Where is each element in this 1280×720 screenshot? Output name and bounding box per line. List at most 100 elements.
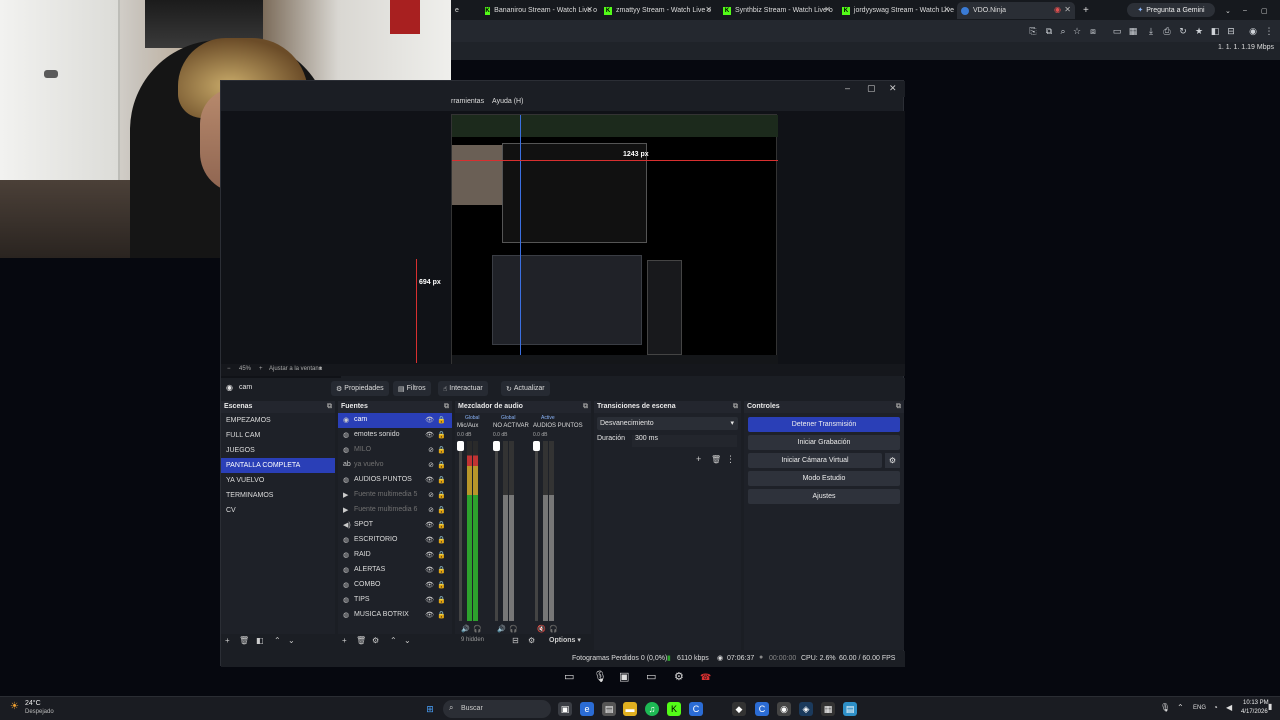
channel-name[interactable]: AUDIOS PUNTOS: [533, 423, 583, 429]
channel-name[interactable]: NO ACTIVAR: [493, 423, 529, 429]
scene-filter-icon[interactable]: ◧: [256, 636, 264, 645]
clock-date[interactable]: 4/17/2026: [1241, 709, 1268, 715]
speaker-icon[interactable]: 🔊: [497, 625, 506, 633]
lock-icon[interactable]: 🔒: [437, 596, 446, 604]
headphone-icon[interactable]: 🎧: [509, 625, 518, 633]
bookmark-star-icon[interactable]: ☆: [1071, 25, 1083, 37]
gear-icon[interactable]: ⚙: [674, 670, 684, 683]
source-item[interactable]: ◍ COMBO 👁 🔒: [338, 578, 452, 593]
gear-icon[interactable]: ⚙: [372, 636, 379, 645]
start-recording-button[interactable]: Iniciar Grabación: [748, 435, 900, 450]
source-item[interactable]: ◍ ALERTAS 👁 🔒: [338, 563, 452, 578]
add-icon[interactable]: +: [342, 636, 347, 645]
scene-item[interactable]: YA VUELVO: [221, 473, 335, 488]
lock-icon[interactable]: 🔒: [437, 581, 446, 589]
eye-icon[interactable]: 👁: [425, 521, 434, 529]
scene-item[interactable]: TERMINAMOS: [221, 488, 335, 503]
gear-icon[interactable]: ⚙: [528, 636, 535, 645]
screen-share-icon[interactable]: ▭: [646, 670, 656, 683]
tab-bananirou[interactable]: K Bananirou Stream - Watch Live o ✕: [481, 2, 597, 19]
scene-item[interactable]: EMPEZAMOS: [221, 413, 335, 428]
source-item[interactable]: ◍ AUDIOS PUNTOS 👁 🔒: [338, 473, 452, 488]
dock-float-icon[interactable]: ⧉: [733, 403, 738, 411]
scene-item[interactable]: CV: [221, 503, 335, 518]
tab-zmattyy[interactable]: Kzmattyy Stream - Watch Live o ✕: [600, 2, 716, 19]
tab-partial[interactable]: e: [451, 2, 465, 19]
eye-hidden-icon[interactable]: ⊘: [428, 446, 434, 454]
headphone-icon[interactable]: 🎧: [473, 625, 482, 633]
notepad-icon[interactable]: ▤: [843, 702, 857, 716]
volume-fader[interactable]: [493, 441, 500, 621]
refresh-button[interactable]: ↻ Actualizar: [501, 381, 550, 396]
fader-handle[interactable]: [533, 441, 540, 451]
zoom-in-button[interactable]: +: [259, 366, 263, 372]
tab-groups-icon[interactable]: ▦: [1127, 25, 1139, 37]
gemini-button[interactable]: ✦ Pregunta a Gemini: [1127, 3, 1215, 17]
weather-temp[interactable]: 24°C: [25, 700, 41, 707]
duration-field[interactable]: 300 ms: [632, 435, 737, 447]
windows-start-icon[interactable]: ⊞: [423, 702, 437, 716]
microphone-icon[interactable]: 🎙: [593, 670, 607, 683]
taskbar-search[interactable]: ⌕ Buscar: [443, 700, 551, 718]
eye-icon[interactable]: 👁: [425, 566, 434, 574]
side-panel-icon[interactable]: ◧: [1209, 25, 1221, 37]
lock-icon[interactable]: 🔒: [437, 431, 446, 439]
cast-icon[interactable]: ⧉: [1043, 25, 1055, 37]
interact-button[interactable]: ☝ Interactuar: [438, 381, 488, 396]
move-up-icon[interactable]: ⌃: [274, 636, 281, 645]
tab-vdo-ninja[interactable]: VDO.Ninja ◉ ✕: [957, 2, 1075, 19]
eye-icon[interactable]: 👁: [425, 416, 434, 424]
trash-icon[interactable]: 🗑: [239, 636, 249, 645]
speaker-icon[interactable]: 🔊: [461, 625, 470, 633]
close-icon[interactable]: ✕: [586, 5, 593, 14]
history-icon[interactable]: ↻: [1177, 25, 1189, 37]
source-item[interactable]: ab ya vuelvo ⊘ 🔒: [338, 458, 452, 473]
lock-icon[interactable]: 🔒: [437, 506, 446, 514]
virtual-camera-button[interactable]: Iniciar Cámara Virtual: [748, 453, 882, 468]
close-icon[interactable]: ✕: [705, 5, 712, 14]
app2-icon[interactable]: ▦: [821, 702, 835, 716]
trash-icon[interactable]: 🗑: [711, 455, 721, 464]
extensions-icon[interactable]: ⧈: [1087, 25, 1099, 37]
source-item[interactable]: ◍ RAID 👁 🔒: [338, 548, 452, 563]
move-down-icon[interactable]: ⌄: [404, 636, 411, 645]
favorites-icon[interactable]: ★: [1193, 25, 1205, 37]
split-icon[interactable]: ⊟: [1225, 25, 1237, 37]
virtual-camera-settings-icon[interactable]: ⚙: [885, 453, 900, 468]
store-icon[interactable]: ▤: [602, 702, 616, 716]
steam-icon[interactable]: ◈: [799, 702, 813, 716]
more-icon[interactable]: ⋮: [726, 454, 735, 465]
eye-hidden-icon[interactable]: ⊘: [428, 491, 434, 499]
trash-icon[interactable]: 🗑: [356, 636, 366, 645]
weather-desc[interactable]: Despejado: [25, 709, 54, 715]
eye-icon[interactable]: 👁: [425, 431, 434, 439]
zoom-fit[interactable]: Ajustar a la ventana: [269, 366, 322, 372]
eye-hidden-icon[interactable]: ⊘: [428, 461, 434, 469]
source-item[interactable]: ▶ Fuente multimedia 6 ⊘ 🔒: [338, 503, 452, 518]
fader-handle[interactable]: [493, 441, 500, 451]
menu-help[interactable]: Ayuda (H): [492, 98, 523, 105]
maximize-icon[interactable]: ▢: [867, 83, 876, 94]
minimize-button[interactable]: –: [1239, 2, 1251, 19]
source-item[interactable]: ◉ cam 👁 🔒: [338, 413, 452, 428]
maximize-button[interactable]: ▢: [1257, 2, 1269, 19]
scene-item[interactable]: JUEGOS: [221, 443, 335, 458]
chevron-down-icon[interactable]: ▾: [319, 365, 322, 372]
mixer-layout-icon[interactable]: ⊟: [512, 636, 519, 645]
download-icon[interactable]: ⤓: [1145, 25, 1157, 37]
install-icon[interactable]: ⎘: [1027, 25, 1039, 37]
source-item[interactable]: ◍ TIPS 👁 🔒: [338, 593, 452, 608]
close-icon[interactable]: ✕: [889, 83, 897, 94]
chevron-up-icon[interactable]: ⌃: [1177, 703, 1184, 712]
lock-icon[interactable]: 🔒: [437, 566, 446, 574]
task-view-icon[interactable]: ▣: [558, 702, 572, 716]
scene-item[interactable]: PANTALLA COMPLETA: [221, 458, 335, 473]
volume-icon[interactable]: ◀: [1226, 703, 1232, 712]
tab-synthbiz[interactable]: K Synthbiz Stream - Watch Live o ✕: [719, 2, 835, 19]
close-icon[interactable]: ✕: [1064, 5, 1071, 14]
zoom-out-button[interactable]: −: [227, 366, 231, 372]
new-tab-button[interactable]: +: [1079, 2, 1093, 19]
mic-tray-icon[interactable]: 🎙: [1160, 703, 1170, 712]
browser-app-icon[interactable]: C: [755, 702, 769, 716]
clock-time[interactable]: 10:13 PM: [1243, 700, 1269, 706]
